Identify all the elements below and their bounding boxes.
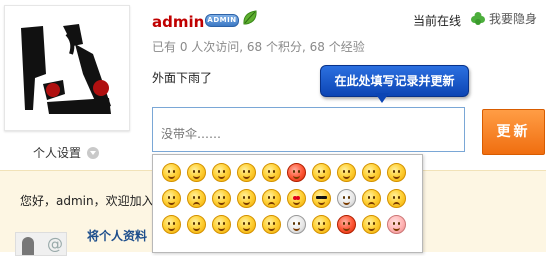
sad-face (362, 188, 381, 208)
dizzy-icon[interactable] (159, 211, 184, 237)
wink-icon[interactable] (259, 159, 284, 185)
profile-link[interactable]: 将个人资料 (87, 227, 147, 244)
sleepy-icon[interactable] (234, 185, 259, 211)
laugh-face (212, 162, 231, 182)
devil-icon[interactable] (334, 211, 359, 237)
online-status: 当前在线 (413, 14, 462, 28)
blank-face (287, 214, 306, 234)
naughty-icon[interactable] (384, 159, 409, 185)
sweat-icon[interactable] (359, 159, 384, 185)
angry-face (287, 162, 306, 182)
sigh-face (362, 214, 381, 234)
sleepy-face (237, 188, 256, 208)
welcome-text: 您好，admin，欢迎加入 (20, 194, 154, 208)
frown-face (262, 188, 281, 208)
profile-stats: 已有 0 人次访问, 68 个积分, 68 个经验 (152, 40, 365, 54)
devil-face (337, 214, 356, 234)
dizzy-face (162, 214, 181, 234)
silent-face (262, 214, 281, 234)
pig-icon[interactable] (384, 211, 409, 237)
admin-badge: ADMIN (205, 14, 239, 27)
tongue-icon[interactable] (234, 159, 259, 185)
tooltip-tail (375, 93, 389, 103)
sweat-face (362, 162, 381, 182)
worried-icon[interactable] (384, 185, 409, 211)
settings-label: 个人设置 (33, 146, 82, 160)
cool-face (312, 188, 331, 208)
neutral-icon[interactable] (309, 211, 334, 237)
cry-icon[interactable] (184, 185, 209, 211)
confused-face (162, 188, 181, 208)
username[interactable]: admin (152, 13, 204, 31)
pig-face (387, 214, 406, 234)
avatar-image (13, 14, 121, 122)
blush-face (312, 162, 331, 182)
latest-status: 外面下雨了 (152, 71, 213, 85)
shocked-icon[interactable] (234, 211, 259, 237)
ghost-face (337, 188, 356, 208)
blush-icon[interactable] (309, 159, 334, 185)
incognito-toggle[interactable]: 我要隐身 (470, 10, 537, 27)
grin-face (187, 162, 206, 182)
wink-face (262, 162, 281, 182)
emoji-picker (152, 154, 423, 253)
clover-icon (471, 11, 485, 25)
sad-icon[interactable] (359, 185, 384, 211)
surprised-icon[interactable] (209, 185, 234, 211)
angry-icon[interactable] (284, 159, 309, 185)
nervous-face (187, 214, 206, 234)
silent-icon[interactable] (259, 211, 284, 237)
shocked-face (237, 214, 256, 234)
sigh-icon[interactable] (359, 211, 384, 237)
heart-eyes-icon[interactable] (284, 185, 309, 211)
cool-icon[interactable] (309, 185, 334, 211)
grin-icon[interactable] (184, 159, 209, 185)
naughty-face (387, 162, 406, 182)
smirk-face (212, 214, 231, 234)
shy-face (337, 162, 356, 182)
nervous-icon[interactable] (184, 211, 209, 237)
incognito-label: 我要隐身 (489, 12, 538, 26)
shy-icon[interactable] (334, 159, 359, 185)
avatar[interactable] (4, 5, 130, 131)
neutral-face (312, 214, 331, 234)
profile-avatar-thumbnail: @ (15, 232, 67, 256)
chevron-down-icon (87, 146, 100, 159)
cry-face (187, 188, 206, 208)
tongue-face (237, 162, 256, 182)
heart-eyes-face (287, 188, 306, 208)
status-input[interactable] (152, 107, 465, 152)
confused-icon[interactable] (159, 185, 184, 211)
smile-icon[interactable] (159, 159, 184, 185)
update-button[interactable]: 更新 (482, 109, 545, 155)
at-icon: @ (47, 234, 63, 253)
blank-icon[interactable] (284, 211, 309, 237)
emoji-grid (159, 159, 409, 237)
settings-link[interactable]: 个人设置 (33, 144, 100, 161)
frown-icon[interactable] (259, 185, 284, 211)
smile-face (162, 162, 181, 182)
person-icon (22, 237, 34, 255)
worried-face (387, 188, 406, 208)
laugh-icon[interactable] (209, 159, 234, 185)
surprised-face (212, 188, 231, 208)
smirk-icon[interactable] (209, 211, 234, 237)
ghost-icon[interactable] (334, 185, 359, 211)
hint-tooltip: 在此处填写记录并更新 (320, 65, 469, 97)
leaf-icon (243, 10, 257, 25)
